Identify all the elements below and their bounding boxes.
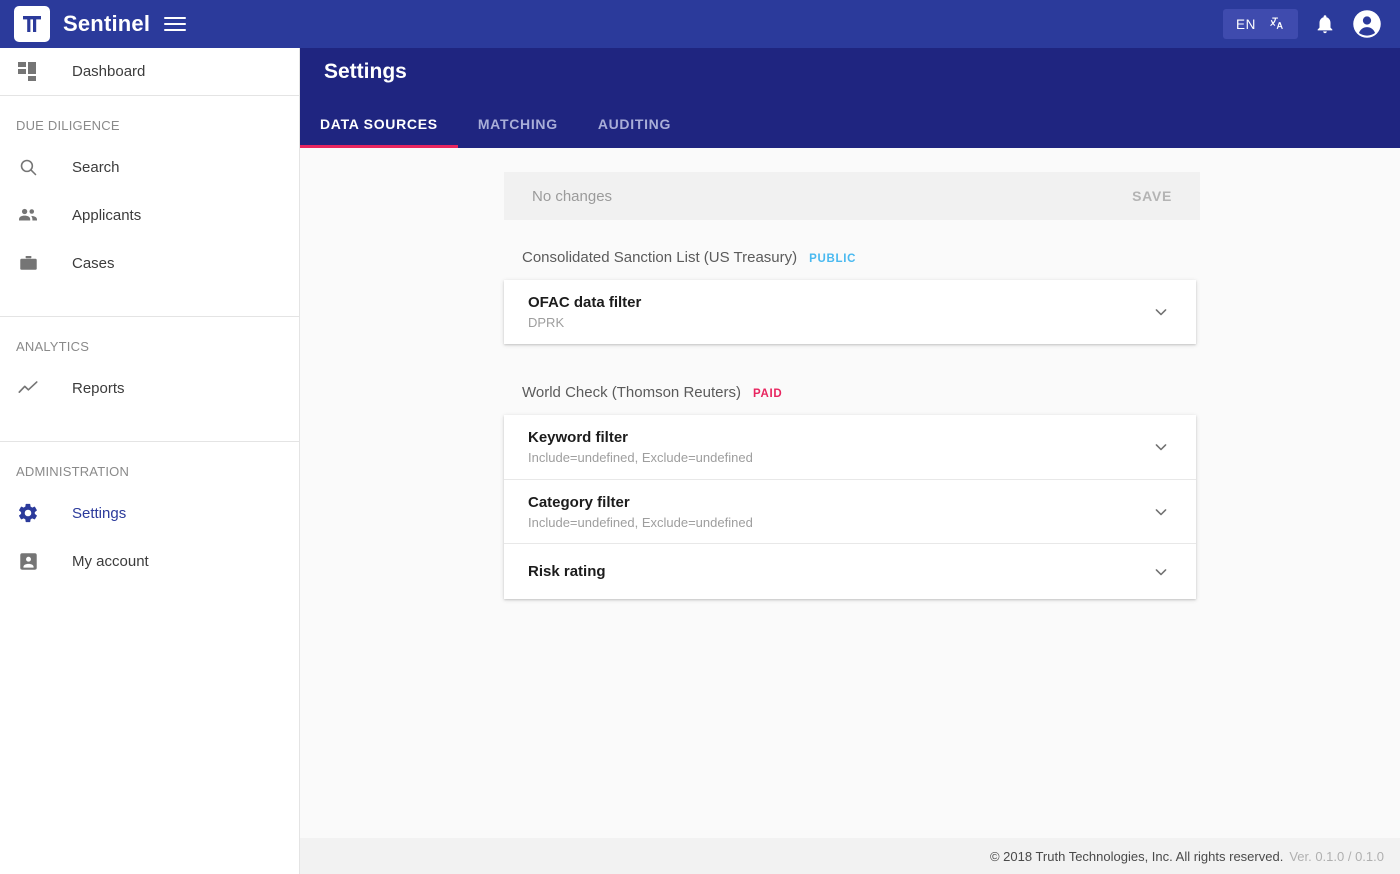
- group-name: Consolidated Sanction List (US Treasury): [522, 249, 798, 266]
- save-bar: No changes SAVE: [504, 172, 1200, 220]
- sidebar-item-label: My account: [72, 552, 149, 570]
- sidebar: Dashboard DUE DILIGENCE Search Applicant…: [0, 48, 300, 874]
- footer: © 2018 Truth Technologies, Inc. All righ…: [300, 838, 1400, 874]
- language-label: EN: [1236, 16, 1256, 32]
- sidebar-item-label: Search: [72, 158, 120, 176]
- translate-icon: [1268, 14, 1285, 34]
- chevron-down-icon[interactable]: [1150, 436, 1172, 458]
- sidebar-item-dashboard[interactable]: Dashboard: [0, 48, 299, 95]
- page-title: Settings: [324, 60, 407, 83]
- search-icon: [16, 155, 40, 179]
- tt-logo-icon: [14, 6, 50, 42]
- group-title-consolidated-sanction-list: Consolidated Sanction List (US Treasury)…: [522, 249, 856, 266]
- app-root: Sentinel EN Dashboard DUE DILIGENCE Sear…: [0, 0, 1400, 874]
- data-source-card-ofac: OFAC data filter DPRK: [504, 280, 1196, 344]
- sidebar-item-label: Reports: [72, 379, 125, 397]
- bell-icon[interactable]: [1312, 11, 1338, 37]
- sidebar-item-label: Applicants: [72, 206, 142, 224]
- footer-version: Ver. 0.1.0 / 0.1.0: [1289, 848, 1384, 864]
- settings-content: No changes SAVE Consolidated Sanction Li…: [300, 148, 1400, 838]
- tab-matching[interactable]: MATCHING: [458, 100, 578, 148]
- sidebar-section-analytics: ANALYTICS: [16, 339, 90, 354]
- account-box-icon: [16, 549, 40, 573]
- panel-subtitle: Include=undefined, Exclude=undefined: [528, 450, 753, 465]
- save-button[interactable]: SAVE: [1132, 188, 1172, 204]
- hamburger-menu-icon[interactable]: [164, 12, 188, 36]
- people-icon: [16, 203, 40, 227]
- save-status-text: No changes: [532, 187, 613, 205]
- sidebar-item-cases[interactable]: Cases: [0, 239, 299, 287]
- trending-up-icon: [16, 376, 40, 400]
- panel-title: Keyword filter: [528, 429, 629, 446]
- expansion-panel-risk-rating[interactable]: Risk rating: [504, 543, 1196, 599]
- tab-data-sources[interactable]: DATA SOURCES: [300, 100, 458, 148]
- group-title-world-check: World Check (Thomson Reuters) PAID: [522, 384, 782, 401]
- top-app-bar: Sentinel EN: [0, 0, 1400, 48]
- sidebar-item-label: Cases: [72, 254, 115, 272]
- status-badge: PAID: [752, 388, 783, 400]
- panel-subtitle: Include=undefined, Exclude=undefined: [528, 514, 753, 530]
- panel-subtitle: DPRK: [528, 315, 565, 330]
- chevron-down-icon[interactable]: [1150, 561, 1172, 583]
- sidebar-item-label: Settings: [72, 504, 127, 522]
- status-badge: PUBLIC: [809, 253, 857, 265]
- app-bar-actions: EN: [1223, 9, 1382, 39]
- sidebar-section-administration: ADMINISTRATION: [16, 464, 130, 479]
- expansion-panel-keyword-filter[interactable]: Keyword filter Include=undefined, Exclud…: [504, 415, 1196, 479]
- account-avatar-icon[interactable]: [1352, 9, 1382, 39]
- panel-title: Risk rating: [528, 563, 606, 580]
- briefcase-icon: [16, 251, 40, 275]
- brand-name: Sentinel: [63, 11, 151, 36]
- panel-title: Category filter: [528, 493, 630, 511]
- sidebar-item-search[interactable]: Search: [0, 143, 299, 191]
- chevron-down-icon[interactable]: [1150, 301, 1172, 323]
- chevron-down-icon[interactable]: [1150, 501, 1172, 523]
- tab-auditing[interactable]: AUDITING: [578, 100, 691, 148]
- sidebar-item-my-account[interactable]: My account: [0, 537, 299, 585]
- panel-texts: Keyword filter Include=undefined, Exclud…: [528, 429, 753, 465]
- footer-copyright: © 2018 Truth Technologies, Inc. All righ…: [989, 848, 1284, 864]
- settings-tabs: DATA SOURCES MATCHING AUDITING: [300, 100, 691, 148]
- sidebar-section-due-diligence: DUE DILIGENCE: [16, 118, 120, 133]
- dashboard-grid-icon: [16, 60, 40, 84]
- data-source-card-world-check: Keyword filter Include=undefined, Exclud…: [504, 415, 1196, 599]
- expansion-panel-ofac-data-filter[interactable]: OFAC data filter DPRK: [504, 280, 1196, 344]
- panel-texts: OFAC data filter DPRK: [528, 294, 641, 330]
- panel-texts: Risk rating: [528, 563, 606, 580]
- group-name: World Check (Thomson Reuters): [522, 384, 741, 401]
- sidebar-item-applicants[interactable]: Applicants: [0, 191, 299, 239]
- sidebar-item-settings[interactable]: Settings: [0, 489, 299, 537]
- panel-texts: Category filter Include=undefined, Exclu…: [528, 494, 753, 530]
- page-header: Settings DATA SOURCES MATCHING AUDITING: [300, 48, 1400, 148]
- sidebar-item-label: Dashboard: [72, 63, 146, 80]
- gear-icon: [16, 501, 40, 525]
- expansion-panel-category-filter[interactable]: Category filter Include=undefined, Exclu…: [504, 479, 1196, 543]
- panel-title: OFAC data filter: [528, 294, 642, 311]
- language-selector[interactable]: EN: [1223, 9, 1298, 39]
- sidebar-item-reports[interactable]: Reports: [0, 364, 299, 412]
